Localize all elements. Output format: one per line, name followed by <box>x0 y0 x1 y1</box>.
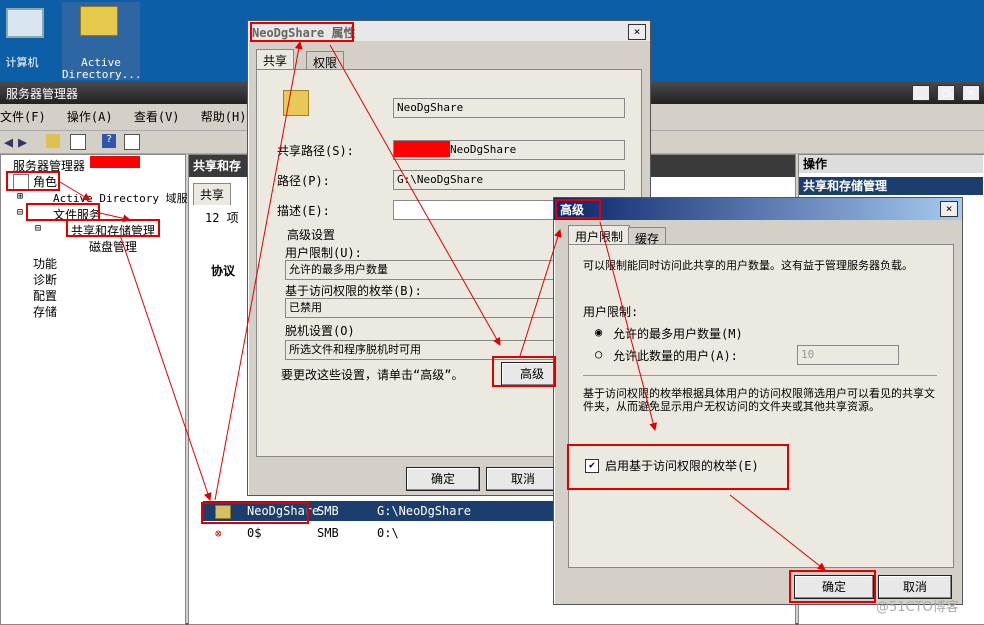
watermark: @51CTO博客 <box>876 600 959 615</box>
annotation-arrows <box>59 41 826 571</box>
